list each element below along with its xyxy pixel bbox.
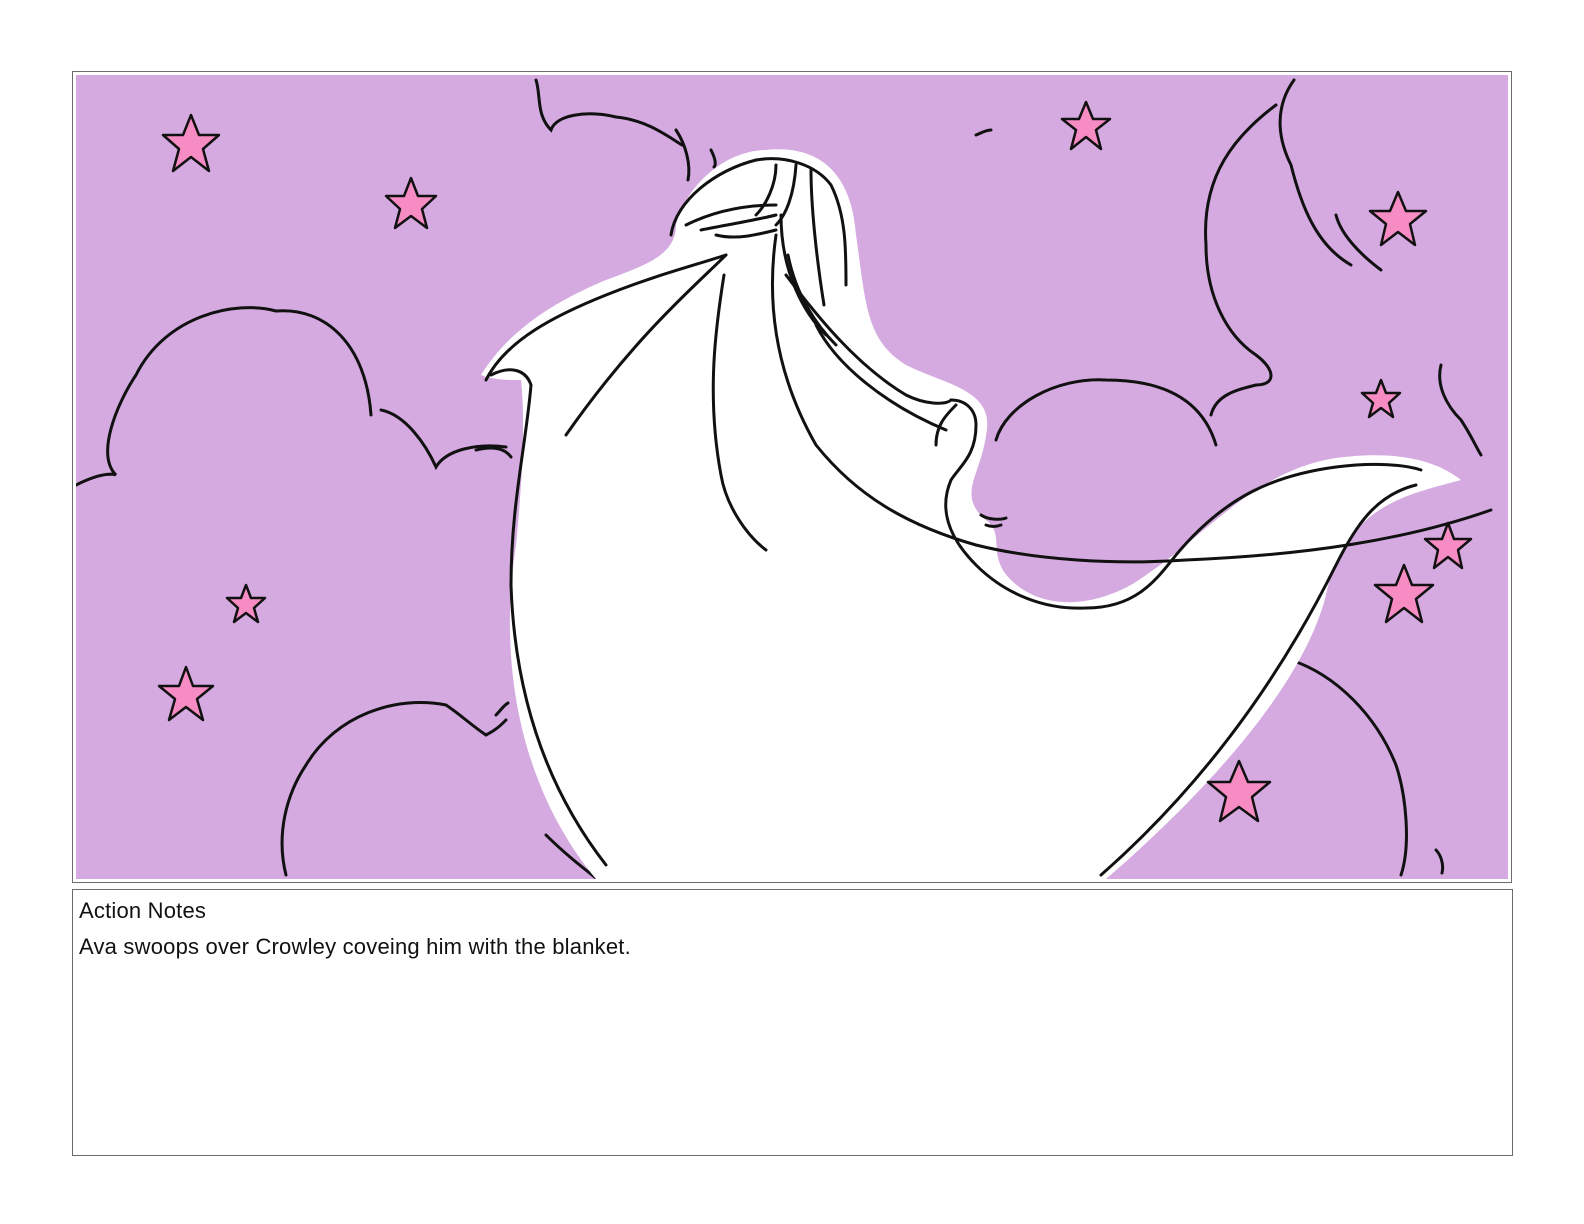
- notes-heading: Action Notes: [79, 898, 207, 923]
- storyboard-panel: [72, 71, 1512, 883]
- notes-text: Ava swoops over Crowley coveing him with…: [79, 934, 631, 959]
- action-notes-box: Action Notes Ava swoops over Crowley cov…: [72, 889, 1513, 1156]
- panel-illustration: [76, 75, 1508, 879]
